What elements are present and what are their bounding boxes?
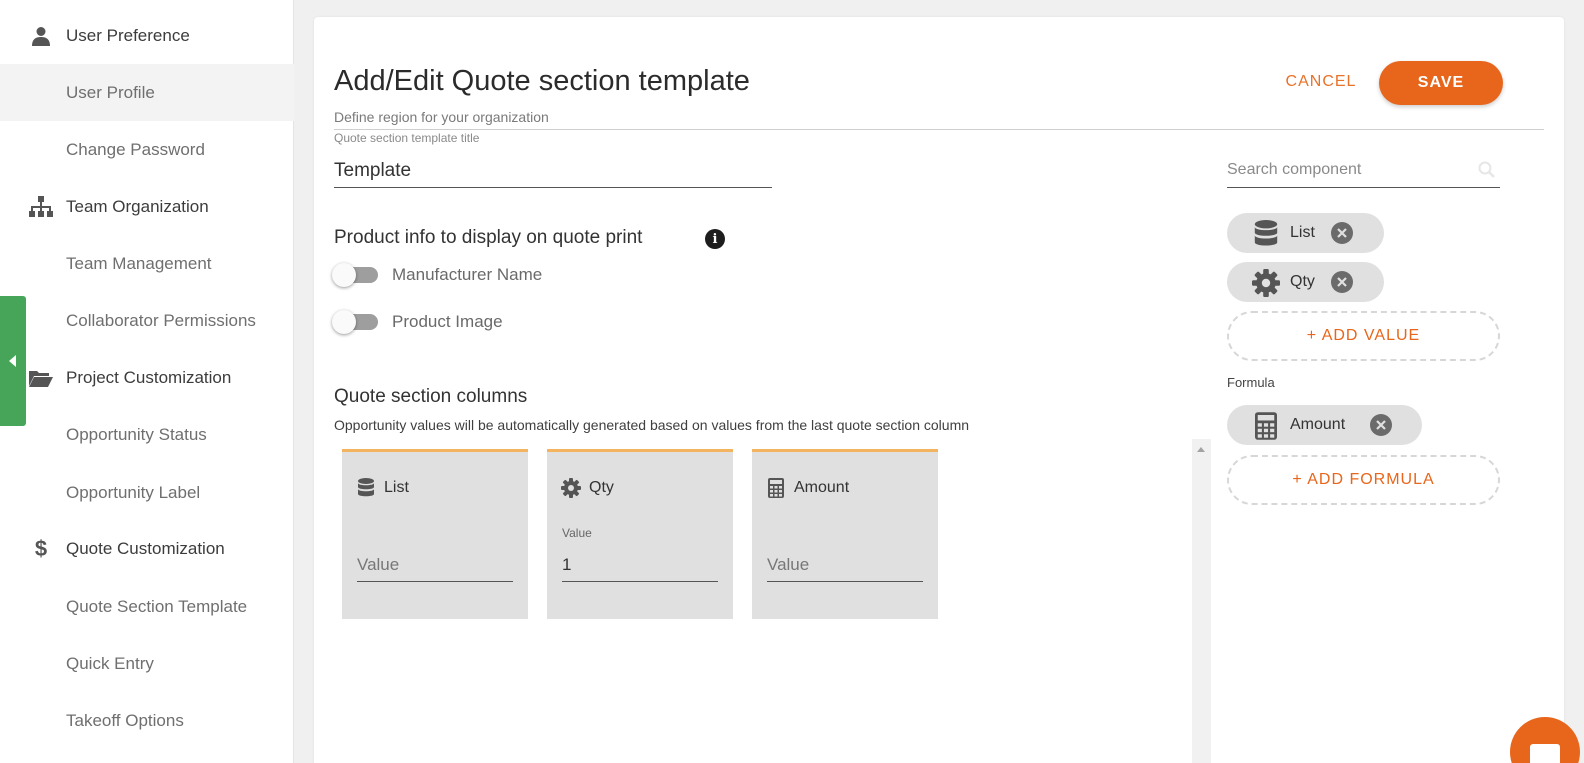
sidebar-item-quote-section-template[interactable]: Quote Section Template	[0, 578, 294, 635]
toggle-knob	[332, 263, 356, 287]
sidebar-item-change-password[interactable]: Change Password	[0, 121, 294, 178]
scroll-up-icon[interactable]	[1197, 447, 1205, 452]
column-card-list[interactable]: List	[342, 449, 528, 619]
sidebar-group-project-customization[interactable]: Project Customization	[0, 349, 294, 406]
person-icon	[28, 23, 54, 49]
page-title: Add/Edit Quote section template	[334, 65, 750, 97]
close-icon	[1337, 228, 1347, 238]
sitemap-icon	[28, 194, 54, 220]
sidebar-label: Quick Entry	[66, 653, 154, 673]
sidebar-group-user-preference[interactable]: User Preference	[0, 7, 294, 64]
sidebar: User Preference User Profile Change Pass…	[0, 0, 294, 763]
chip-label: Amount	[1290, 416, 1346, 433]
sidebar-item-quick-entry[interactable]: Quick Entry	[0, 635, 294, 692]
sidebar-group-quote-customization[interactable]: $ Quote Customization	[0, 520, 294, 577]
component-search	[1227, 155, 1500, 188]
sidebar-label: Team Organization	[66, 196, 209, 216]
sidebar-group-team-organization[interactable]: Team Organization	[0, 178, 294, 235]
formula-chip-amount[interactable]: Amount	[1227, 405, 1422, 445]
remove-chip-button[interactable]	[1331, 222, 1353, 244]
sidebar-label: Quote Section Template	[66, 596, 248, 616]
column-value-label: Value	[562, 526, 592, 540]
info-icon[interactable]: i	[705, 229, 725, 249]
close-icon	[1337, 277, 1347, 287]
template-editor-card: Add/Edit Quote section template Define r…	[314, 17, 1564, 763]
gear-icon	[1252, 269, 1280, 297]
column-name: Amount	[794, 479, 850, 496]
sidebar-item-team-management[interactable]: Team Management	[0, 235, 294, 292]
value-chip-qty[interactable]: Qty	[1227, 262, 1384, 302]
sidebar-item-collaborator-permissions[interactable]: Collaborator Permissions	[0, 292, 294, 349]
database-icon	[1252, 220, 1280, 248]
value-chip-list[interactable]: List	[1227, 213, 1384, 253]
sidebar-label: Takeoff Options	[66, 710, 184, 730]
search-input[interactable]	[1227, 155, 1467, 185]
sidebar-label: User Profile	[66, 82, 155, 102]
template-title-input[interactable]	[334, 155, 772, 188]
divider	[334, 129, 1544, 130]
calculator-icon	[1252, 412, 1280, 440]
columns-scrollbar[interactable]	[1192, 439, 1211, 763]
sidebar-item-opportunity-label[interactable]: Opportunity Label	[0, 464, 294, 521]
sidebar-label: Collaborator Permissions	[66, 310, 256, 330]
chevron-left-icon	[9, 355, 16, 367]
column-card-qty[interactable]: Qty Value	[547, 449, 733, 619]
column-name: List	[384, 479, 409, 496]
sidebar-label: Project Customization	[66, 367, 232, 387]
chat-icon	[1530, 744, 1560, 763]
toggle-label: Product Image	[392, 312, 503, 331]
template-title-label: Quote section template title	[334, 131, 480, 145]
columns-description: Opportunity values will be automatically…	[334, 417, 970, 433]
formula-label: Formula	[1227, 375, 1275, 390]
gear-icon	[561, 478, 581, 498]
add-value-button[interactable]: + ADD VALUE	[1227, 311, 1500, 361]
column-card-amount[interactable]: Amount	[752, 449, 938, 619]
page-subtitle: Define region for your organization	[334, 109, 549, 125]
add-formula-button[interactable]: + ADD FORMULA	[1227, 455, 1500, 505]
sidebar-label: Change Password	[66, 139, 205, 159]
folder-open-icon	[28, 365, 54, 391]
columns-heading: Quote section columns	[334, 386, 528, 407]
column-name: Qty	[589, 479, 614, 496]
sidebar-label: Quote Customization	[66, 538, 225, 558]
toggle-knob	[332, 310, 356, 334]
close-icon	[1376, 420, 1386, 430]
cancel-button[interactable]: CANCEL	[1274, 73, 1368, 93]
remove-chip-button[interactable]	[1331, 271, 1353, 293]
sidebar-label: Team Management	[66, 253, 212, 273]
chip-label: Qty	[1290, 273, 1315, 290]
sidebar-label: Opportunity Status	[66, 424, 207, 444]
column-value-input[interactable]	[767, 548, 923, 582]
column-value-input[interactable]	[357, 548, 513, 582]
search-icon[interactable]	[1478, 161, 1496, 184]
database-icon	[356, 478, 376, 498]
sidebar-label: User Preference	[66, 25, 190, 45]
toggle-label: Manufacturer Name	[392, 265, 543, 284]
manufacturer-name-toggle-row: Manufacturer Name	[332, 263, 542, 287]
remove-chip-button[interactable]	[1370, 414, 1392, 436]
sidebar-collapse-button[interactable]	[0, 296, 26, 426]
chip-label: List	[1290, 224, 1315, 241]
calculator-icon	[766, 478, 786, 498]
product-info-heading: Product info to display on quote print	[334, 227, 643, 248]
sidebar-item-opportunity-status[interactable]: Opportunity Status	[0, 406, 294, 463]
save-button[interactable]: SAVE	[1379, 61, 1503, 105]
product-image-toggle-row: Product Image	[332, 310, 503, 334]
sidebar-item-user-profile[interactable]: User Profile	[0, 64, 294, 121]
manufacturer-name-toggle[interactable]	[332, 263, 378, 287]
column-value-input[interactable]	[562, 548, 718, 582]
sidebar-item-takeoff-options[interactable]: Takeoff Options	[0, 692, 294, 749]
dollar-icon: $	[34, 535, 48, 561]
sidebar-label: Opportunity Label	[66, 482, 201, 502]
product-image-toggle[interactable]	[332, 310, 378, 334]
